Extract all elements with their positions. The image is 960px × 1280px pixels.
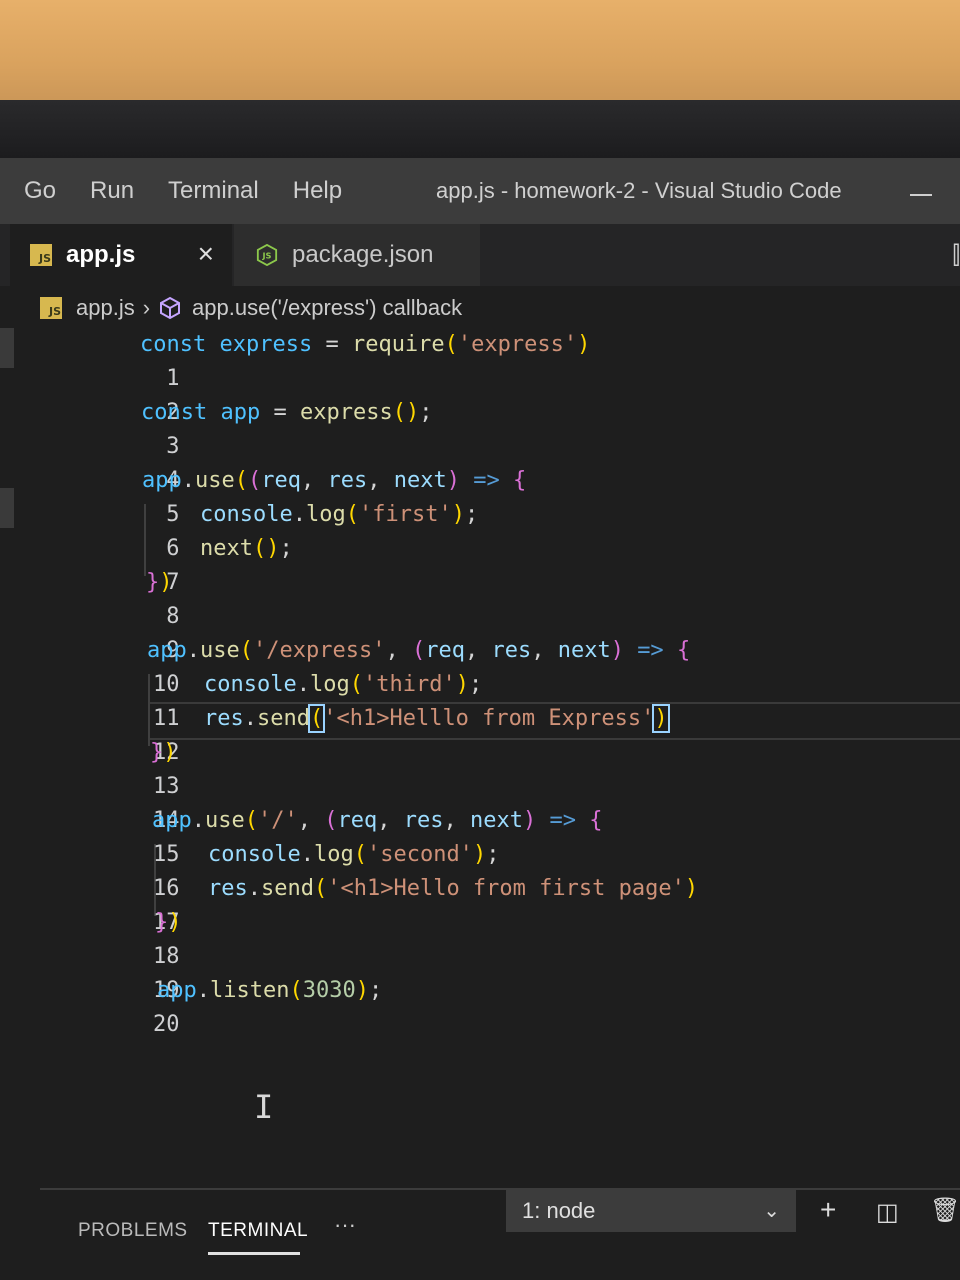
trash-icon[interactable]: 🗑	[930, 1196, 960, 1225]
window-title: app.js - homework-2 - Visual Studio Code	[436, 178, 842, 203]
tab-label: package.json	[292, 241, 434, 268]
breadcrumb-symbol[interactable]: app.use('/express') callback	[192, 295, 462, 321]
menu-run[interactable]: Run	[90, 177, 134, 205]
code-line: 2	[0, 362, 179, 425]
code-line: 12 res.send('<h1>Helllo from Express')	[0, 702, 670, 765]
svg-text:JS: JS	[261, 251, 271, 261]
js-file-icon: JS	[30, 244, 52, 266]
code-line: 8 })	[0, 566, 179, 629]
tab-app-js[interactable]: JS app.js ×	[10, 224, 232, 286]
code-line: 4	[0, 430, 179, 493]
code-line: 19	[0, 940, 180, 1003]
code-line: 6 console.log('first');	[0, 498, 478, 561]
code-line: 10 app.use('/express', (req, res, next) …	[0, 634, 690, 697]
code-line: 20 app.listen(3030);	[0, 974, 382, 1037]
split-editor-icon[interactable]: ⫿	[952, 242, 960, 270]
menu-go[interactable]: Go	[24, 177, 56, 205]
bottom-panel: PROBLEMS TERMINAL ··· 1: node ⌄ + ◫ 🗑	[40, 1188, 960, 1272]
code-line: 16 console.log('second');	[0, 838, 499, 901]
editor-tab-bar: JS app.js × JS package.json ⫿	[0, 224, 960, 286]
line-number: 20	[152, 1012, 180, 1037]
code-line: 3 const app = express();	[0, 396, 432, 459]
chevron-down-icon: ⌄	[763, 1200, 780, 1222]
close-icon[interactable]: ×	[198, 238, 214, 270]
minimize-icon[interactable]	[910, 194, 932, 196]
tab-package-json[interactable]: JS package.json	[234, 224, 480, 286]
tab-problems[interactable]: PROBLEMS	[78, 1220, 188, 1242]
vscode-window: Go Run Terminal Help app.js - homework-2…	[0, 158, 960, 1280]
new-terminal-icon[interactable]: +	[820, 1194, 836, 1226]
breadcrumb-file[interactable]: app.js	[76, 295, 135, 321]
code-line: 13 })	[0, 736, 179, 799]
code-line: 15 app.use('/', (req, res, next) => {	[0, 804, 602, 867]
code-line: 1 const express = require('express')	[0, 328, 590, 391]
code-line: 11 console.log('third');	[0, 668, 482, 731]
tab-label: app.js	[66, 241, 136, 268]
breadcrumb: JS app.js › app.use('/express') callback	[40, 290, 462, 326]
tab-terminal[interactable]: TERMINAL	[208, 1220, 308, 1242]
monitor-bezel	[0, 100, 960, 162]
code-line: 5 app.use((req, res, next) => {	[0, 464, 526, 527]
js-file-icon: JS	[40, 297, 62, 319]
wall-background	[0, 0, 960, 108]
split-terminal-icon[interactable]: ◫	[876, 1198, 899, 1227]
code-line: 17 res.send('<h1>Hello from first page')	[0, 872, 698, 935]
code-line: 14	[0, 770, 180, 833]
active-tab-indicator	[208, 1252, 300, 1255]
chevron-right-icon: ›	[142, 295, 151, 320]
cube-symbol-icon	[160, 296, 181, 320]
code-line: 18 })	[0, 906, 182, 969]
menu-help[interactable]: Help	[293, 177, 342, 205]
terminal-select-value: 1: node	[522, 1198, 596, 1223]
text-cursor-icon: I	[254, 1088, 274, 1126]
more-actions-icon[interactable]: ···	[334, 1212, 356, 1238]
code-line: 9	[0, 600, 179, 663]
menu-bar: Go Run Terminal Help app.js - homework-2…	[0, 158, 960, 224]
terminal-select[interactable]: 1: node ⌄	[506, 1190, 796, 1232]
code-line: 7 next();	[0, 532, 293, 595]
nodejs-icon: JS	[256, 244, 278, 266]
menu-terminal[interactable]: Terminal	[168, 177, 259, 205]
code-editor[interactable]: 1 const express = require('express') 2 3…	[0, 328, 960, 1188]
